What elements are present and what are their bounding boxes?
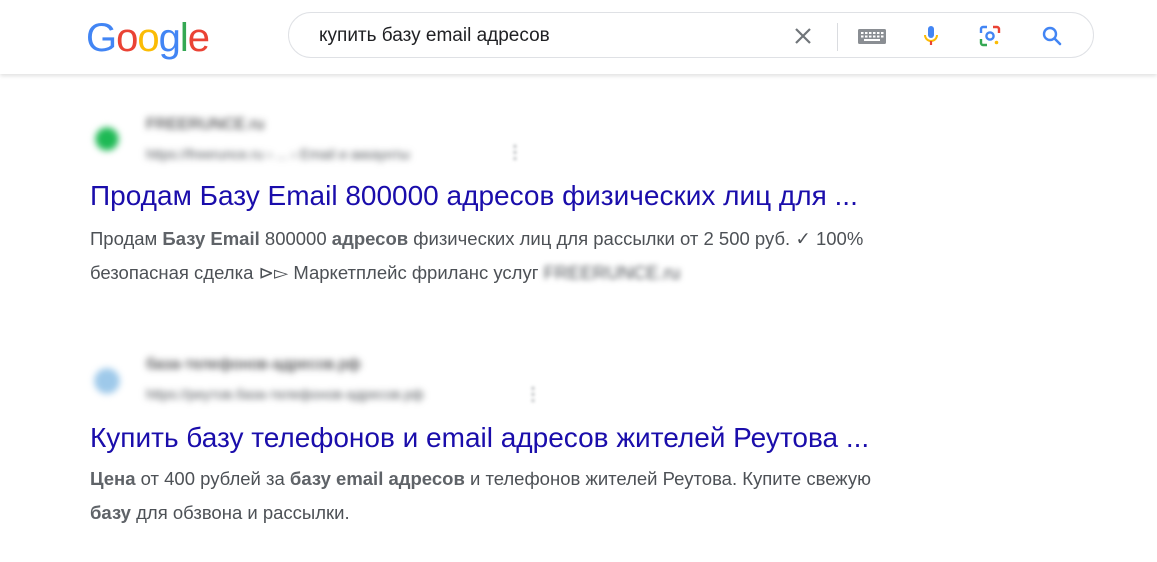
result-site-url[interactable]: https://freerunce.ru › ... › Email и акк…	[146, 146, 410, 162]
snippet-bold: базу	[90, 502, 131, 523]
snippet-text: безопасная сделка ⊳▻ Маркетплейс фриланс…	[90, 262, 544, 283]
snippet-text: 800000	[259, 228, 332, 249]
snippet-bold: базу email адресов	[289, 468, 465, 489]
search-header: Google купить базу email адресов	[0, 0, 1157, 74]
logo-letter-o1[interactable]: o	[116, 14, 138, 62]
search-result: FREERUNCE.ru https://freerunce.ru › ... …	[90, 112, 990, 302]
search-box[interactable]: купить базу email адресов	[288, 12, 1094, 58]
logo-letter-g2[interactable]: g	[159, 14, 181, 62]
search-result: база-телефонов-адресов.рф https://реутов…	[90, 352, 990, 542]
snippet-bold: адресов	[331, 228, 409, 249]
result-site-url[interactable]: https://реутов.база-телефонов-адресов.рф	[146, 386, 424, 402]
mic-icon[interactable]	[919, 24, 943, 48]
google-logo[interactable]: Google	[86, 14, 210, 62]
keyboard-icon[interactable]	[857, 24, 887, 48]
snippet-blurred-domain: FREERUNCE.ru	[543, 262, 681, 283]
close-icon[interactable]	[791, 24, 815, 48]
snippet-text: физических лиц для рассылки от 2 500 руб…	[408, 228, 864, 249]
site-favicon	[90, 122, 124, 156]
result-site-name[interactable]: база-телефонов-адресов.рф	[146, 356, 361, 374]
logo-letter-e[interactable]: e	[188, 14, 210, 62]
result-snippet: Цена от 400 рублей за базу email адресов…	[90, 462, 990, 530]
logo-letter-o2[interactable]: o	[137, 14, 159, 62]
search-box-divider	[837, 23, 838, 51]
result-site-name[interactable]: FREERUNCE.ru	[146, 116, 264, 134]
result-title[interactable]: Купить базу телефонов и email адресов жи…	[90, 421, 869, 455]
search-icon[interactable]	[1040, 24, 1064, 48]
search-input[interactable]: купить базу email адресов	[319, 25, 550, 47]
site-favicon	[90, 364, 124, 398]
more-options-icon[interactable]: ⋮	[524, 384, 542, 405]
snippet-bold: Базу Email	[162, 228, 260, 249]
logo-letter-g[interactable]: G	[86, 14, 117, 62]
snippet-text: для обзвона и рассылки.	[130, 502, 350, 523]
snippet-bold: Цена	[90, 468, 136, 489]
result-title[interactable]: Продам Базу Email 800000 адресов физичес…	[90, 179, 858, 213]
logo-letter-l[interactable]: l	[180, 14, 189, 62]
snippet-text: от 400 рублей за	[135, 468, 290, 489]
more-options-icon[interactable]: ⋮	[506, 142, 524, 163]
snippet-text: Продам	[90, 228, 163, 249]
lens-icon[interactable]	[978, 24, 1002, 48]
result-snippet: Продам Базу Email 800000 адресов физичес…	[90, 222, 990, 290]
snippet-text: и телефонов жителей Реутова. Купите свеж…	[464, 468, 871, 489]
